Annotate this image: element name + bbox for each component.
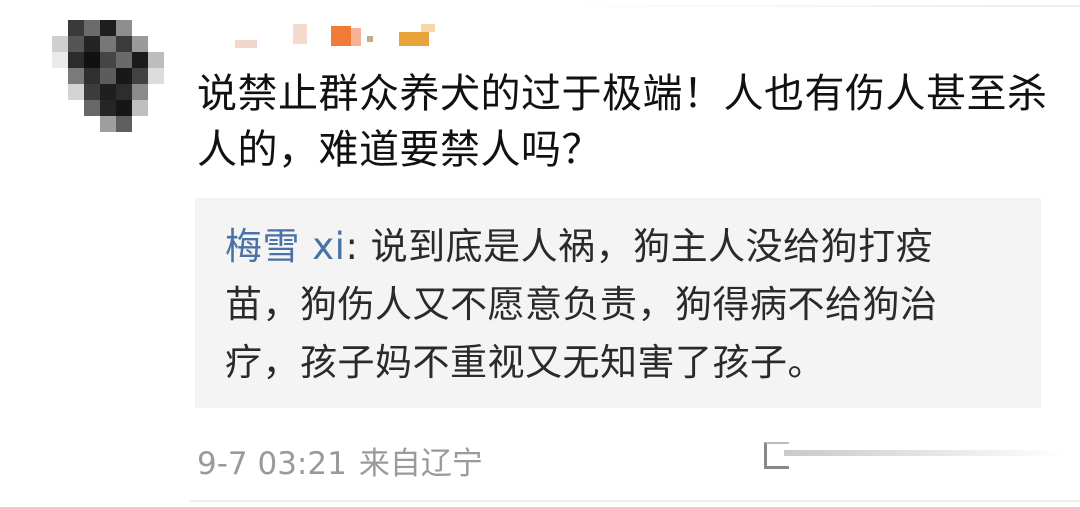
- location: 来自辽宁: [358, 446, 483, 482]
- comment-text: 说禁止群众养犬的过于极端！人也有伤人甚至杀人的，难道要禁人吗？: [197, 71, 1048, 173]
- username-redacted[interactable]: [215, 18, 455, 50]
- reply-separator: :: [345, 225, 371, 268]
- comment-input-placeholder-bar: [784, 450, 1064, 456]
- reply-author-link[interactable]: 梅雪 xi: [225, 225, 345, 268]
- bottom-divider: [190, 500, 1080, 502]
- comment-meta: 9-7 03:21 来自辽宁: [197, 438, 495, 483]
- comment-input-button[interactable]: [764, 438, 1064, 472]
- reply-text-container: 梅雪 xi: 说到底是人祸，狗主人没给狗打疫苗，狗伤人又不愿意负责，狗得病不给狗…: [225, 218, 1005, 392]
- top-divider: [540, 5, 1080, 7]
- reply-box[interactable]: 梅雪 xi: 说到底是人祸，狗主人没给狗打疫苗，狗伤人又不愿意负责，狗得病不给狗…: [195, 198, 1041, 408]
- timestamp: 9-7 03:21: [197, 446, 347, 482]
- avatar[interactable]: [52, 20, 164, 132]
